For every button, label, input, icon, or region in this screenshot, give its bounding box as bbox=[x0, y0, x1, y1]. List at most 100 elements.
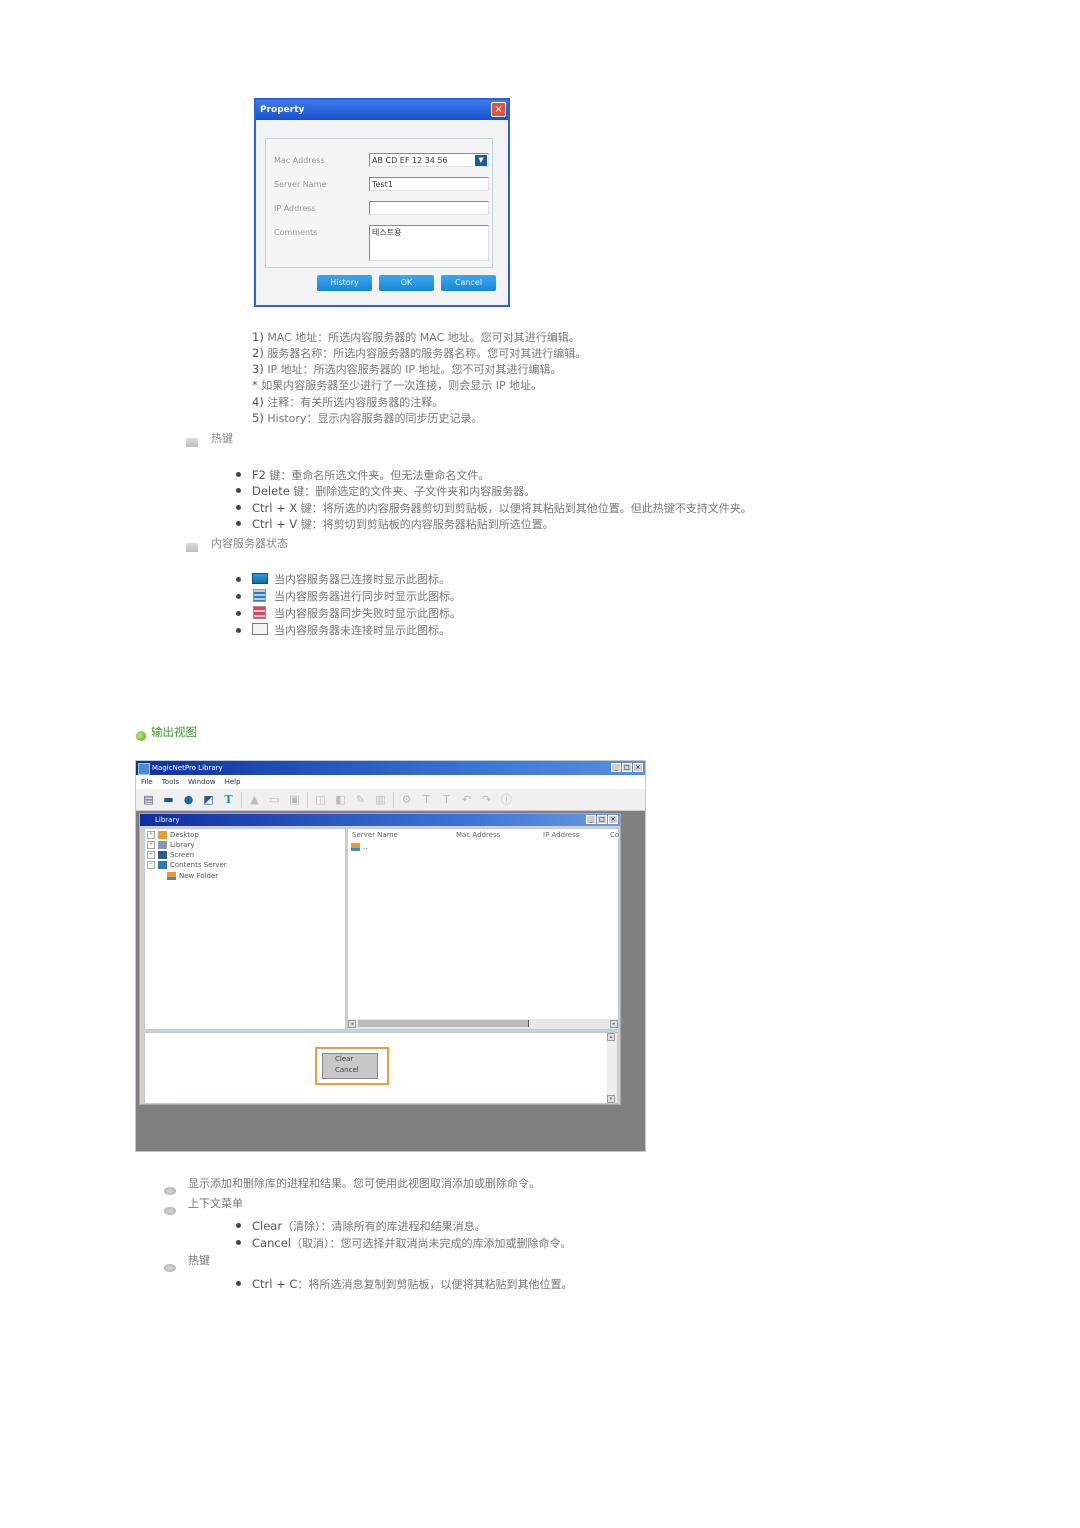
bullet-icon bbox=[236, 594, 241, 599]
add-server-icon[interactable]: ◫ bbox=[313, 792, 328, 807]
hotkey-delete: Delete 键：删除选定的文件夹、子文件夹和内容服务器。 bbox=[252, 483, 535, 500]
status-heading: 内容服务器状态 bbox=[211, 537, 288, 550]
close-icon[interactable]: × bbox=[633, 763, 643, 772]
note-text: IP 地址：所选内容服务器的 IP 地址。您不可对其进行编辑。 bbox=[267, 363, 562, 376]
image-icon[interactable]: ▣ bbox=[287, 792, 302, 807]
server-name-field[interactable]: Test1 bbox=[369, 177, 489, 191]
close-icon[interactable]: × bbox=[608, 815, 618, 824]
output-panel: ▴ ▾ Clear Cancel bbox=[144, 1032, 618, 1104]
tree-label: New Folder bbox=[179, 872, 219, 880]
column-mac-address[interactable]: Mac Address bbox=[456, 831, 500, 839]
section-icon bbox=[164, 1257, 176, 1276]
note-number: 1) bbox=[252, 330, 264, 344]
maximize-icon[interactable]: □ bbox=[622, 763, 632, 772]
tree-item-screen[interactable]: + Screen bbox=[147, 851, 194, 860]
clock-icon[interactable]: ● bbox=[181, 792, 196, 807]
monitor-icon[interactable]: ▬ bbox=[161, 792, 176, 807]
minimize-icon[interactable]: _ bbox=[611, 763, 621, 772]
tree-item-library[interactable]: + Library bbox=[147, 841, 194, 850]
library-icon[interactable]: ▤ bbox=[141, 792, 156, 807]
tree-item-new-folder[interactable]: New Folder bbox=[167, 872, 218, 881]
context-desc: （清除）：清除所有的库进程和结果消息。 bbox=[282, 1220, 486, 1233]
redo-icon[interactable]: ↷ bbox=[479, 792, 494, 807]
menu-help[interactable]: Help bbox=[225, 778, 241, 786]
library-icon bbox=[158, 841, 167, 849]
undo-icon[interactable]: ↶ bbox=[459, 792, 474, 807]
text-up-icon[interactable]: T bbox=[419, 792, 434, 807]
menu-tools[interactable]: Tools bbox=[162, 778, 179, 786]
note-comments: 4) 注释：有关所选内容服务器的注释。 bbox=[252, 394, 443, 411]
column-comments[interactable]: Co bbox=[610, 831, 619, 839]
hotkey-key: Ctrl + X bbox=[252, 501, 298, 515]
context-menu-cancel[interactable]: Cancel bbox=[335, 1065, 377, 1076]
note-text: 如果内容服务器至少进行了一次连接，则会显示 IP 地址。 bbox=[261, 379, 543, 392]
list-item[interactable]: .. bbox=[351, 843, 367, 852]
settings-icon[interactable]: ⚙ bbox=[399, 792, 414, 807]
hotkey-desc: ：将所选消息复制到剪贴板，以便将其粘贴到其他位置。 bbox=[297, 1278, 573, 1291]
note-text: 服务器名称：所选内容服务器的服务器名称。您可对其进行编辑。 bbox=[267, 347, 587, 360]
folder-icon bbox=[351, 843, 360, 851]
server-list: Server Name Mac Address IP Address Co ..… bbox=[347, 828, 619, 1030]
sync-failed-icon bbox=[253, 606, 266, 619]
bullet-icon bbox=[236, 1223, 241, 1228]
text-down-icon[interactable]: T bbox=[439, 792, 454, 807]
chevron-down-icon[interactable]: ▼ bbox=[475, 155, 487, 166]
output-view-heading: 输出视图 bbox=[151, 725, 197, 739]
menu-file[interactable]: File bbox=[141, 778, 153, 786]
text-icon[interactable]: T bbox=[221, 792, 236, 807]
hotkey-key: Ctrl + V bbox=[252, 517, 298, 531]
scroll-down-icon[interactable]: ▾ bbox=[607, 1095, 615, 1103]
vertical-scrollbar[interactable]: ▴ ▾ bbox=[607, 1033, 617, 1103]
library-window: MagicNetPro Library _ □ × File Tools Windo… bbox=[135, 760, 646, 1152]
history-button[interactable]: History bbox=[317, 275, 372, 291]
mac-address-field[interactable]: AB CD EF 12 34 56 ▼ bbox=[369, 153, 489, 167]
tree-label: Desktop bbox=[170, 831, 199, 839]
ok-button[interactable]: OK bbox=[379, 275, 434, 291]
folder-icon[interactable]: ▲ bbox=[247, 792, 262, 807]
tree-item-desktop[interactable]: + Desktop bbox=[147, 831, 199, 840]
mac-address-value: AB CD EF 12 34 56 bbox=[372, 156, 448, 165]
screens-icon[interactable]: ◩ bbox=[201, 792, 216, 807]
hotkey-desc: 键：重命名所选文件夹。但无法重命名文件。 bbox=[265, 469, 490, 482]
comments-field[interactable]: 테스트용 bbox=[369, 225, 489, 261]
search-icon[interactable]: ✎ bbox=[353, 792, 368, 807]
horizontal-scrollbar[interactable]: ◂ ▸ bbox=[348, 1019, 618, 1029]
bullet-icon bbox=[236, 611, 241, 616]
column-ip-address[interactable]: IP Address bbox=[543, 831, 579, 839]
info-icon[interactable]: ⓘ bbox=[499, 792, 514, 807]
scrollbar-thumb[interactable] bbox=[358, 1020, 529, 1027]
maximize-icon[interactable]: □ bbox=[597, 815, 607, 824]
hotkey-key: Delete bbox=[252, 484, 290, 498]
hotkey-key: Ctrl + C bbox=[252, 1277, 298, 1291]
close-icon[interactable]: × bbox=[491, 102, 506, 117]
folder-icon bbox=[167, 872, 176, 880]
delete-icon[interactable]: ▥ bbox=[373, 792, 388, 807]
remove-server-icon[interactable]: ◧ bbox=[333, 792, 348, 807]
bullet-icon bbox=[236, 628, 241, 633]
connected-icon bbox=[252, 573, 268, 584]
note-text: History：显示内容服务器的同步历史记录。 bbox=[267, 412, 483, 425]
context-menu-clear[interactable]: Clear bbox=[335, 1054, 377, 1065]
tree-item-contents-server[interactable]: − Contents Server bbox=[147, 861, 227, 870]
note-ip: 3) IP 地址：所选内容服务器的 IP 地址。您不可对其进行编辑。 bbox=[252, 361, 562, 378]
scroll-up-icon[interactable]: ▴ bbox=[607, 1033, 615, 1041]
column-server-name[interactable]: Server Name bbox=[352, 831, 398, 839]
section-icon bbox=[186, 537, 198, 556]
bullet-icon bbox=[236, 488, 241, 493]
menu-bar: File Tools Window Help bbox=[136, 775, 645, 789]
tree-label: Contents Server bbox=[170, 861, 227, 869]
menu-window[interactable]: Window bbox=[188, 778, 216, 786]
disconnected-icon bbox=[252, 623, 268, 635]
ip-address-field[interactable] bbox=[369, 201, 489, 215]
scroll-right-icon[interactable]: ▸ bbox=[610, 1020, 618, 1028]
bullet-icon bbox=[236, 1240, 241, 1245]
toolbar-separator bbox=[393, 791, 394, 808]
status-sync-failed: 当内容服务器同步失败时显示此图标。 bbox=[274, 607, 461, 620]
box-icon[interactable]: ▭ bbox=[267, 792, 282, 807]
context-menu: Clear Cancel bbox=[322, 1053, 378, 1079]
cancel-button[interactable]: Cancel bbox=[441, 275, 496, 291]
scroll-left-icon[interactable]: ◂ bbox=[348, 1020, 356, 1028]
minimize-icon[interactable]: _ bbox=[586, 815, 596, 824]
hotkey-ctrl-v: Ctrl + V 键：将剪切到剪贴板的内容服务器粘贴到所选位置。 bbox=[252, 516, 554, 533]
section-icon bbox=[164, 1200, 176, 1219]
